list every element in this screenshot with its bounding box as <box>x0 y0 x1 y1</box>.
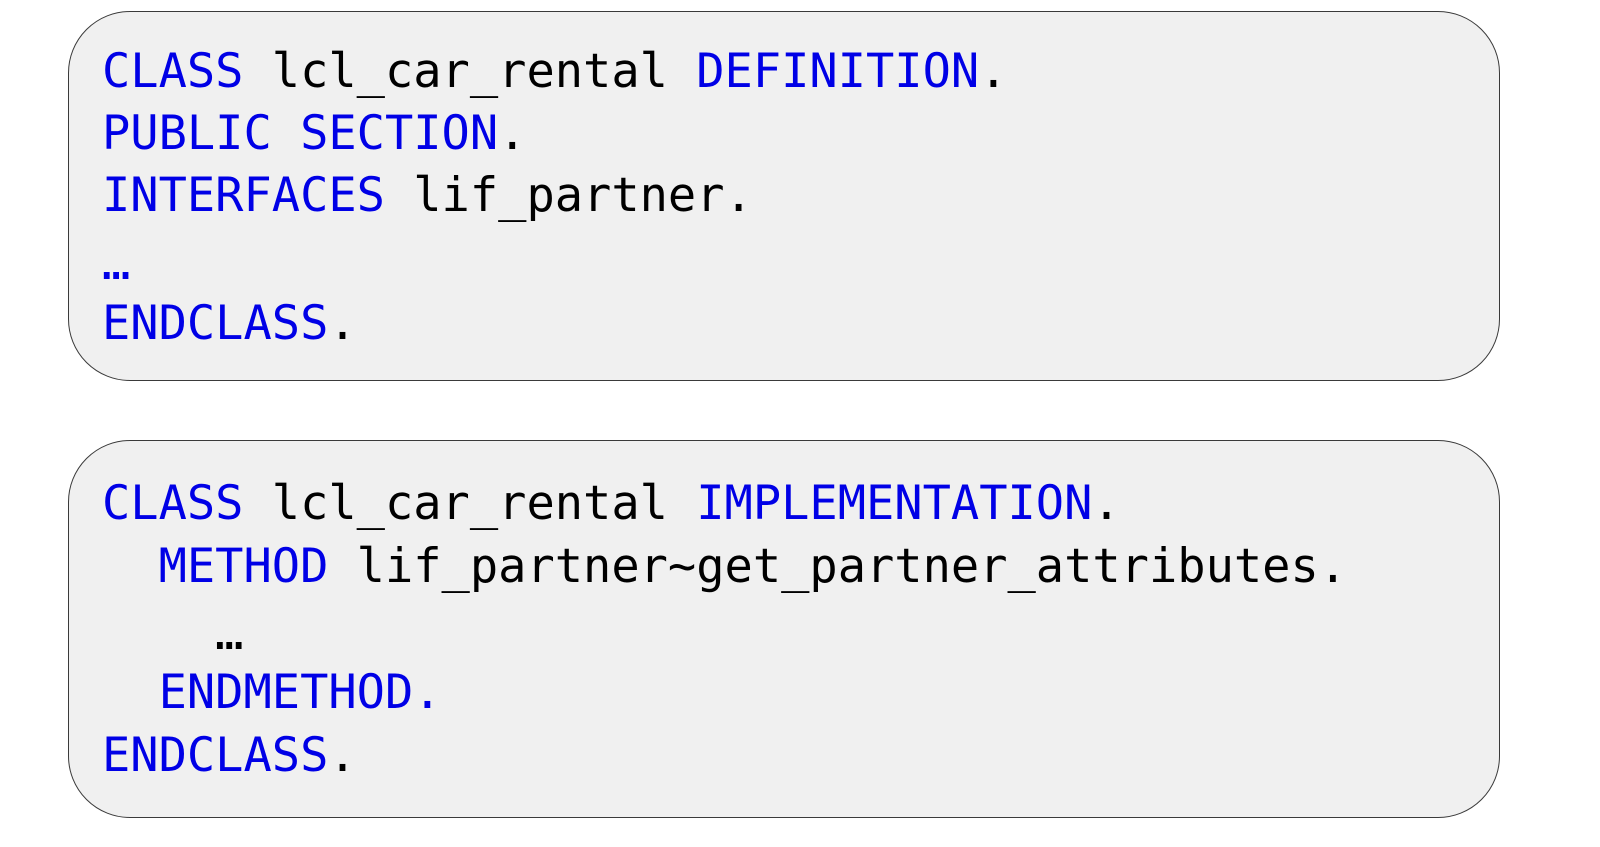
keyword-method: METHOD <box>158 539 329 594</box>
keyword-definition: DEFINITION <box>696 44 980 99</box>
keyword-endclass: ENDCLASS <box>102 728 329 783</box>
statement-terminator: . <box>979 44 1008 99</box>
class-name: lcl_car_rental <box>243 476 697 531</box>
class-name: lcl_car_rental <box>243 44 697 99</box>
implementation-line-ellipsis: … <box>102 606 244 661</box>
definition-line-class: CLASS lcl_car_rental DEFINITION. <box>102 44 1008 100</box>
definition-line-public-section: PUBLIC SECTION. <box>102 106 526 162</box>
statement-terminator: . <box>1092 476 1121 531</box>
keyword-public-section: PUBLIC SECTION <box>102 106 499 161</box>
statement-terminator: . <box>328 728 357 783</box>
keyword-endmethod: ENDMETHOD. <box>158 665 442 720</box>
implementation-line-endmethod: ENDMETHOD. <box>102 665 442 721</box>
implementation-line-endclass: ENDCLASS. <box>102 728 357 784</box>
implementation-line-method: METHOD lif_partner~get_partner_attribute… <box>102 539 1347 595</box>
implementation-line-class: CLASS lcl_car_rental IMPLEMENTATION. <box>102 476 1121 532</box>
keyword-class: CLASS <box>102 44 244 99</box>
keyword-class: CLASS <box>102 476 244 531</box>
method-name: lif_partner~get_partner_attributes. <box>328 539 1348 594</box>
definition-line-ellipsis: … <box>102 236 131 291</box>
statement-terminator: . <box>328 296 357 351</box>
keyword-endclass: ENDCLASS <box>102 296 329 351</box>
statement-terminator: . <box>498 106 527 161</box>
keyword-implementation: IMPLEMENTATION <box>696 476 1093 531</box>
keyword-interfaces: INTERFACES <box>102 168 385 223</box>
definition-line-endclass: ENDCLASS. <box>102 296 357 352</box>
interface-name: lif_partner. <box>384 168 753 223</box>
definition-line-interfaces: INTERFACES lif_partner. <box>102 168 753 224</box>
